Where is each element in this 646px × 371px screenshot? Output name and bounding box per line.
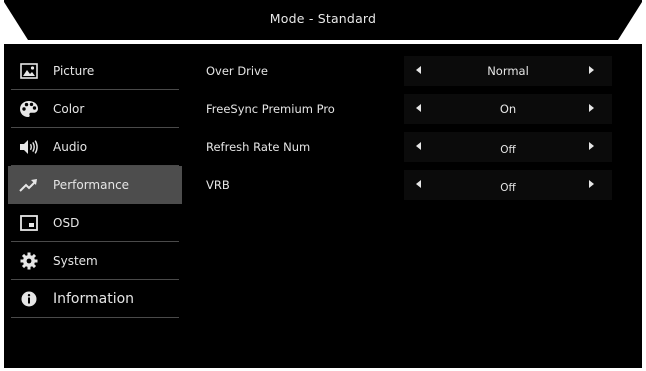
setting-label: VRB: [206, 178, 230, 192]
refresh-rate-num-selector[interactable]: Off: [404, 132, 612, 162]
setting-value: On: [499, 102, 517, 116]
setting-row-vrb: VRB Off: [204, 170, 624, 208]
sidebar-item-osd[interactable]: OSD: [11, 204, 179, 242]
osd-header: Mode - Standard: [0, 0, 646, 40]
setting-label: FreeSync Premium Pro: [206, 102, 335, 116]
setting-value: Off: [500, 182, 516, 194]
setting-label: Over Drive: [206, 64, 268, 78]
palette-icon: [19, 99, 39, 119]
arrow-right-icon[interactable]: [589, 66, 594, 74]
arrow-left-icon[interactable]: [416, 142, 421, 150]
over-drive-selector[interactable]: Normal: [404, 56, 612, 86]
arrow-right-icon[interactable]: [589, 180, 594, 188]
sidebar-item-system[interactable]: System: [11, 242, 179, 280]
setting-row-refresh-rate-num: Refresh Rate Num Off: [204, 132, 624, 170]
osd-window-icon: [19, 213, 39, 233]
arrow-left-icon[interactable]: [416, 66, 421, 74]
sidebar-item-information[interactable]: Information: [11, 280, 179, 318]
sidebar-item-color[interactable]: Color: [11, 90, 179, 128]
setting-label: Refresh Rate Num: [206, 140, 311, 154]
sidebar-item-picture[interactable]: Picture: [11, 52, 179, 90]
osd-panel: Picture Color Audio Performance OSD Syst…: [4, 44, 642, 368]
sidebar-item-performance[interactable]: Performance: [8, 166, 182, 204]
trend-up-icon: [19, 175, 39, 195]
setting-value: Normal: [487, 64, 529, 78]
sidebar-item-audio[interactable]: Audio: [11, 128, 179, 166]
arrow-right-icon[interactable]: [589, 142, 594, 150]
arrow-left-icon[interactable]: [416, 104, 421, 112]
sidebar-item-label: System: [53, 253, 98, 268]
freesync-selector[interactable]: On: [404, 94, 612, 124]
info-icon: [19, 289, 39, 309]
setting-value: Off: [500, 144, 516, 156]
performance-settings: Over Drive Normal FreeSync Premium Pro O…: [204, 56, 624, 208]
vrb-selector[interactable]: Off: [404, 170, 612, 200]
sidebar-item-label: Picture: [53, 63, 95, 78]
sidebar-item-label: OSD: [53, 215, 80, 230]
sidebar-item-label: Information: [53, 290, 135, 307]
sidebar-item-label: Performance: [53, 177, 130, 192]
sidebar-item-label: Audio: [53, 139, 88, 154]
arrow-right-icon[interactable]: [589, 104, 594, 112]
setting-row-over-drive: Over Drive Normal: [204, 56, 624, 94]
osd-screen: Mode - Standard Picture Color Audio Perf…: [0, 0, 646, 371]
sidebar-item-label: Color: [53, 101, 85, 116]
mode-title: Mode - Standard: [269, 11, 377, 26]
gear-icon: [19, 251, 39, 271]
picture-icon: [19, 61, 39, 81]
setting-row-freesync: FreeSync Premium Pro On: [204, 94, 624, 132]
sidebar-menu: Picture Color Audio Performance OSD Syst…: [4, 52, 182, 318]
speaker-icon: [19, 137, 39, 157]
arrow-left-icon[interactable]: [416, 180, 421, 188]
